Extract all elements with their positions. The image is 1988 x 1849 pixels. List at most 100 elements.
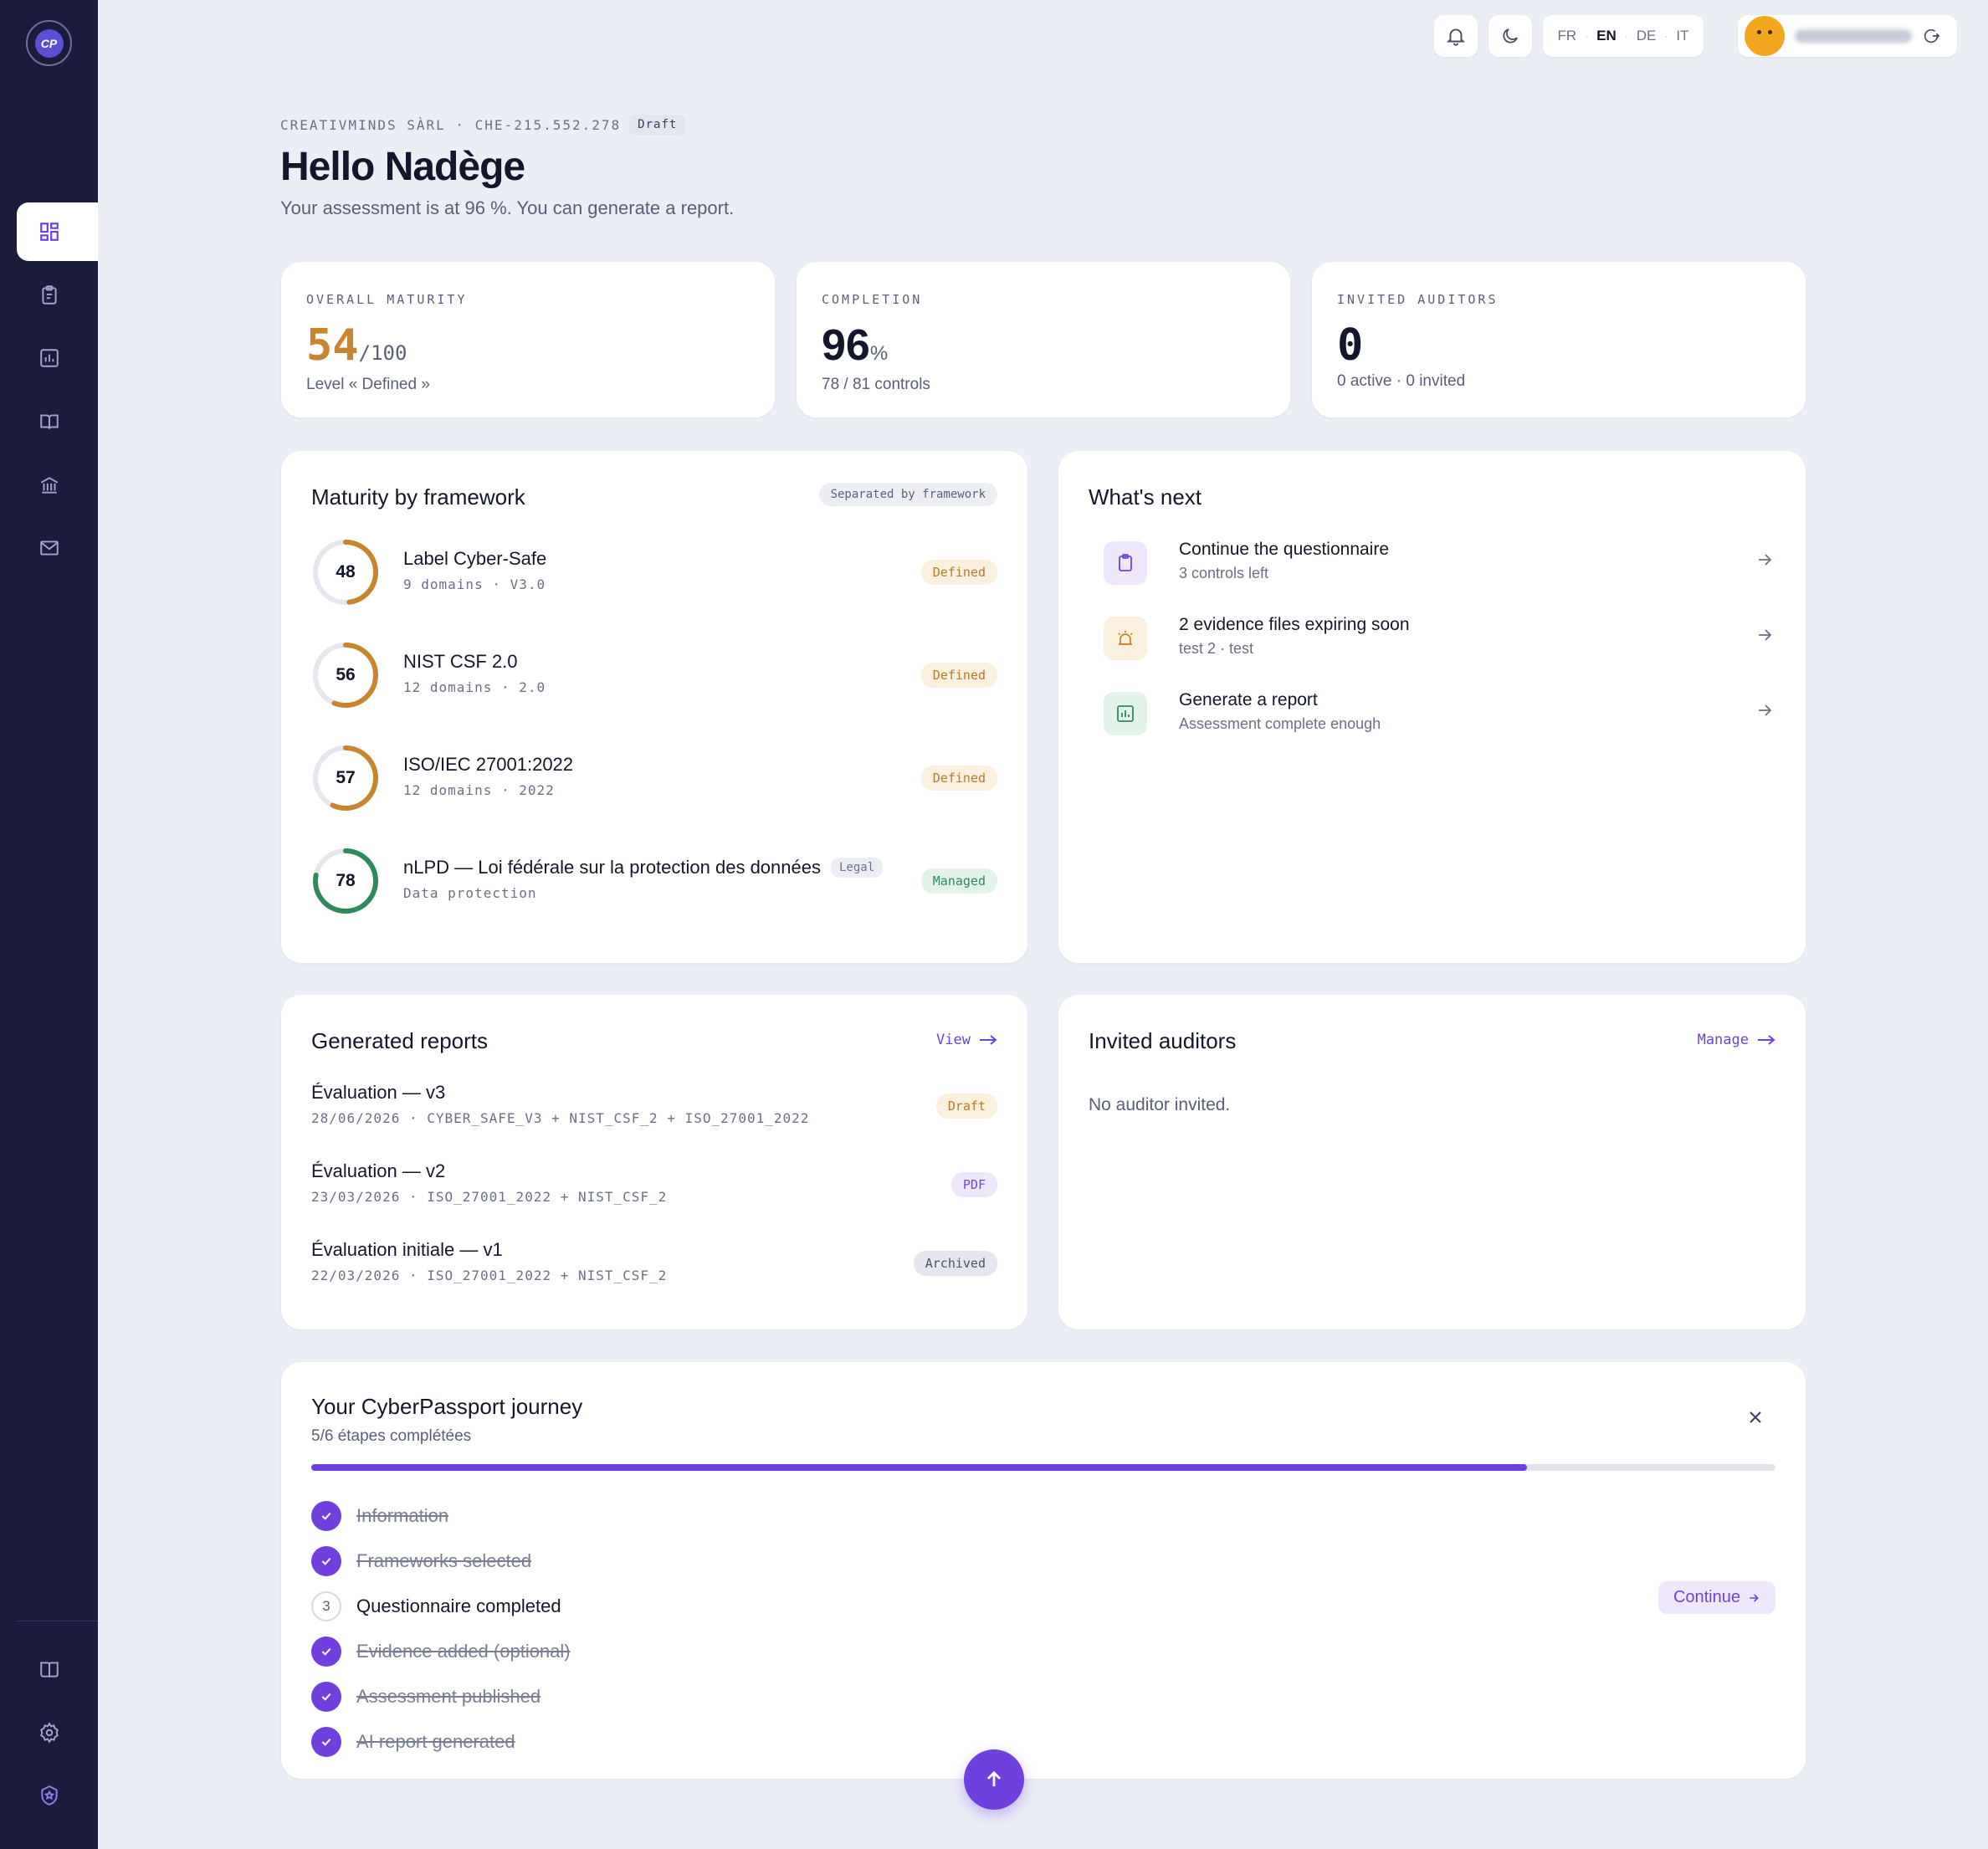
arrow-right-icon (1759, 554, 1772, 566)
user-menu[interactable] (1738, 15, 1957, 57)
language-switcher: FR · EN · DE · IT (1543, 15, 1704, 57)
next-title: 2 evidence files expiring soon (1179, 615, 1410, 634)
step-label: Evidence added (optional) (356, 1641, 571, 1662)
journey-step: Evidence added (optional) (311, 1635, 571, 1668)
maturity-score: 54 (306, 320, 359, 371)
framework-name: nLPD — Loi fédérale sur la protection de… (403, 857, 821, 878)
bell-icon (1446, 28, 1466, 46)
logout-icon[interactable] (1922, 27, 1940, 45)
framework-row[interactable]: 48 Label Cyber-Safe 9 domains · V3.0 Define… (311, 538, 997, 610)
arrow-right-icon (1750, 1593, 1759, 1602)
framework-row[interactable]: 57 ISO/IEC 27001:2022 12 domains · 2022 Def… (311, 744, 997, 816)
completion-unit: % (869, 342, 889, 365)
sidebar: CP (0, 0, 98, 1849)
view-reports-link[interactable]: View (936, 1032, 997, 1048)
arrow-right-icon (980, 1035, 997, 1045)
lang-it[interactable]: IT (1668, 28, 1697, 44)
nav-messages[interactable] (17, 519, 98, 577)
clipboard-icon (1119, 554, 1132, 571)
nav-security[interactable] (17, 1766, 98, 1825)
framework-name: Label Cyber-Safe (403, 548, 547, 569)
step-label: AI report generated (356, 1731, 515, 1752)
nav-docs[interactable] (17, 1640, 98, 1698)
next-item-report[interactable]: Generate a report Assessment complete en… (1089, 685, 1775, 744)
scroll-top-button[interactable] (964, 1749, 1024, 1810)
framework-row[interactable]: 78 nLPD — Loi fédérale sur la protection … (311, 847, 997, 919)
arrow-up-icon (987, 1770, 1001, 1787)
report-title: Évaluation — v2 (311, 1160, 446, 1181)
completion-value: 96 (822, 321, 870, 370)
nav-dashboard[interactable] (17, 202, 98, 261)
report-title: Évaluation — v3 (311, 1082, 446, 1103)
step-label: Frameworks selected (356, 1550, 532, 1571)
continue-button[interactable]: Continue (1658, 1581, 1775, 1614)
kpi-sub: 78 / 81 controls (822, 376, 930, 393)
status-badge: Draft (629, 115, 686, 135)
nav-questionnaire[interactable] (17, 266, 98, 325)
card-title: Invited auditors (1089, 1028, 1237, 1053)
journey-card: Your CyberPassport journey 5/6 étapes co… (281, 1362, 1806, 1779)
legal-badge: Legal (830, 858, 884, 878)
next-sub: 3 controls left (1179, 565, 1269, 581)
moon-icon (1503, 28, 1518, 44)
journey-step: Assessment published (311, 1680, 541, 1713)
lang-de[interactable]: DE (1628, 28, 1665, 44)
notifications-button[interactable] (1434, 15, 1478, 57)
gear-icon (40, 1722, 59, 1744)
avatar (1745, 16, 1785, 56)
next-item-evidence[interactable]: 2 evidence files expiring soon test 2 · … (1089, 610, 1775, 668)
journey-step: Frameworks selected (311, 1544, 531, 1578)
check-icon (311, 1501, 341, 1531)
journey-subtitle: 5/6 étapes complétées (311, 1427, 472, 1445)
step-label: Questionnaire completed (356, 1595, 561, 1616)
view-label: View (936, 1032, 971, 1048)
nav-settings[interactable] (17, 1703, 98, 1762)
page-title: Hello Nadège (280, 145, 525, 189)
dashboard-icon (40, 223, 59, 241)
report-badge: PDF (950, 1172, 997, 1197)
manage-auditors-link[interactable]: Manage (1698, 1032, 1775, 1048)
kpi-label: INVITED AUDITORS (1337, 292, 1499, 307)
nav-reports[interactable] (17, 329, 98, 387)
report-badge: Draft (935, 1094, 997, 1119)
kpi-value: 96% (822, 320, 888, 371)
nav-frameworks[interactable] (17, 392, 98, 451)
shield-icon (41, 1785, 58, 1805)
card-title: Maturity by framework (311, 484, 525, 510)
step-label: Assessment published (356, 1686, 541, 1707)
report-row[interactable]: Évaluation — v2 23/03/2026 · ISO_27001_2… (311, 1160, 997, 1214)
framework-name-wrap: NIST CSF 2.0 (403, 651, 518, 673)
next-sub: Assessment complete enough (1179, 715, 1381, 732)
report-row[interactable]: Évaluation — v3 28/06/2026 · CYBER_SAFE_… (311, 1082, 997, 1135)
framework-row[interactable]: 56 NIST CSF 2.0 12 domains · 2.0 Defined (311, 641, 997, 713)
theme-toggle-button[interactable] (1488, 15, 1532, 57)
close-icon[interactable] (1745, 1407, 1765, 1427)
report-meta: 23/03/2026 · ISO_27001_2022 + NIST_CSF_2 (311, 1189, 668, 1205)
framework-meta: 12 domains · 2.0 (403, 679, 546, 695)
maturity-level-badge: Defined (920, 560, 997, 585)
alarm-icon (1118, 631, 1133, 645)
arrow-right-icon (1759, 629, 1772, 641)
kpi-sub: Level « Defined » (306, 376, 430, 393)
kpi-maturity-card: OVERALL MATURITY 54/100 Level « Defined … (281, 262, 775, 417)
user-name-redacted (1795, 29, 1912, 43)
journey-progress (311, 1464, 1775, 1471)
framework-score: 56 (336, 665, 356, 684)
book-icon (40, 1662, 59, 1677)
nav-organization[interactable] (17, 456, 98, 515)
framework-name-wrap: ISO/IEC 27001:2022 (403, 754, 573, 776)
report-title: Évaluation initiale — v1 (311, 1239, 503, 1260)
next-item-questionnaire[interactable]: Continue the questionnaire 3 controls le… (1089, 535, 1775, 593)
lang-fr[interactable]: FR (1549, 28, 1585, 44)
kpi-auditors-card: INVITED AUDITORS 0 0 active · 0 invited (1312, 262, 1806, 417)
next-title: Generate a report (1179, 690, 1318, 709)
kpi-sub: 0 active · 0 invited (1337, 372, 1466, 390)
report-row[interactable]: Évaluation initiale — v1 22/03/2026 · IS… (311, 1239, 997, 1293)
app-logo[interactable]: CP (26, 20, 72, 66)
framework-score: 57 (336, 768, 356, 787)
lang-en[interactable]: EN (1588, 28, 1625, 44)
framework-score: 48 (336, 562, 356, 581)
framework-meta: 9 domains · V3.0 (403, 576, 546, 592)
framework-name-wrap: nLPD — Loi fédérale sur la protection de… (403, 857, 884, 878)
next-sub: test 2 · test (1179, 640, 1254, 657)
